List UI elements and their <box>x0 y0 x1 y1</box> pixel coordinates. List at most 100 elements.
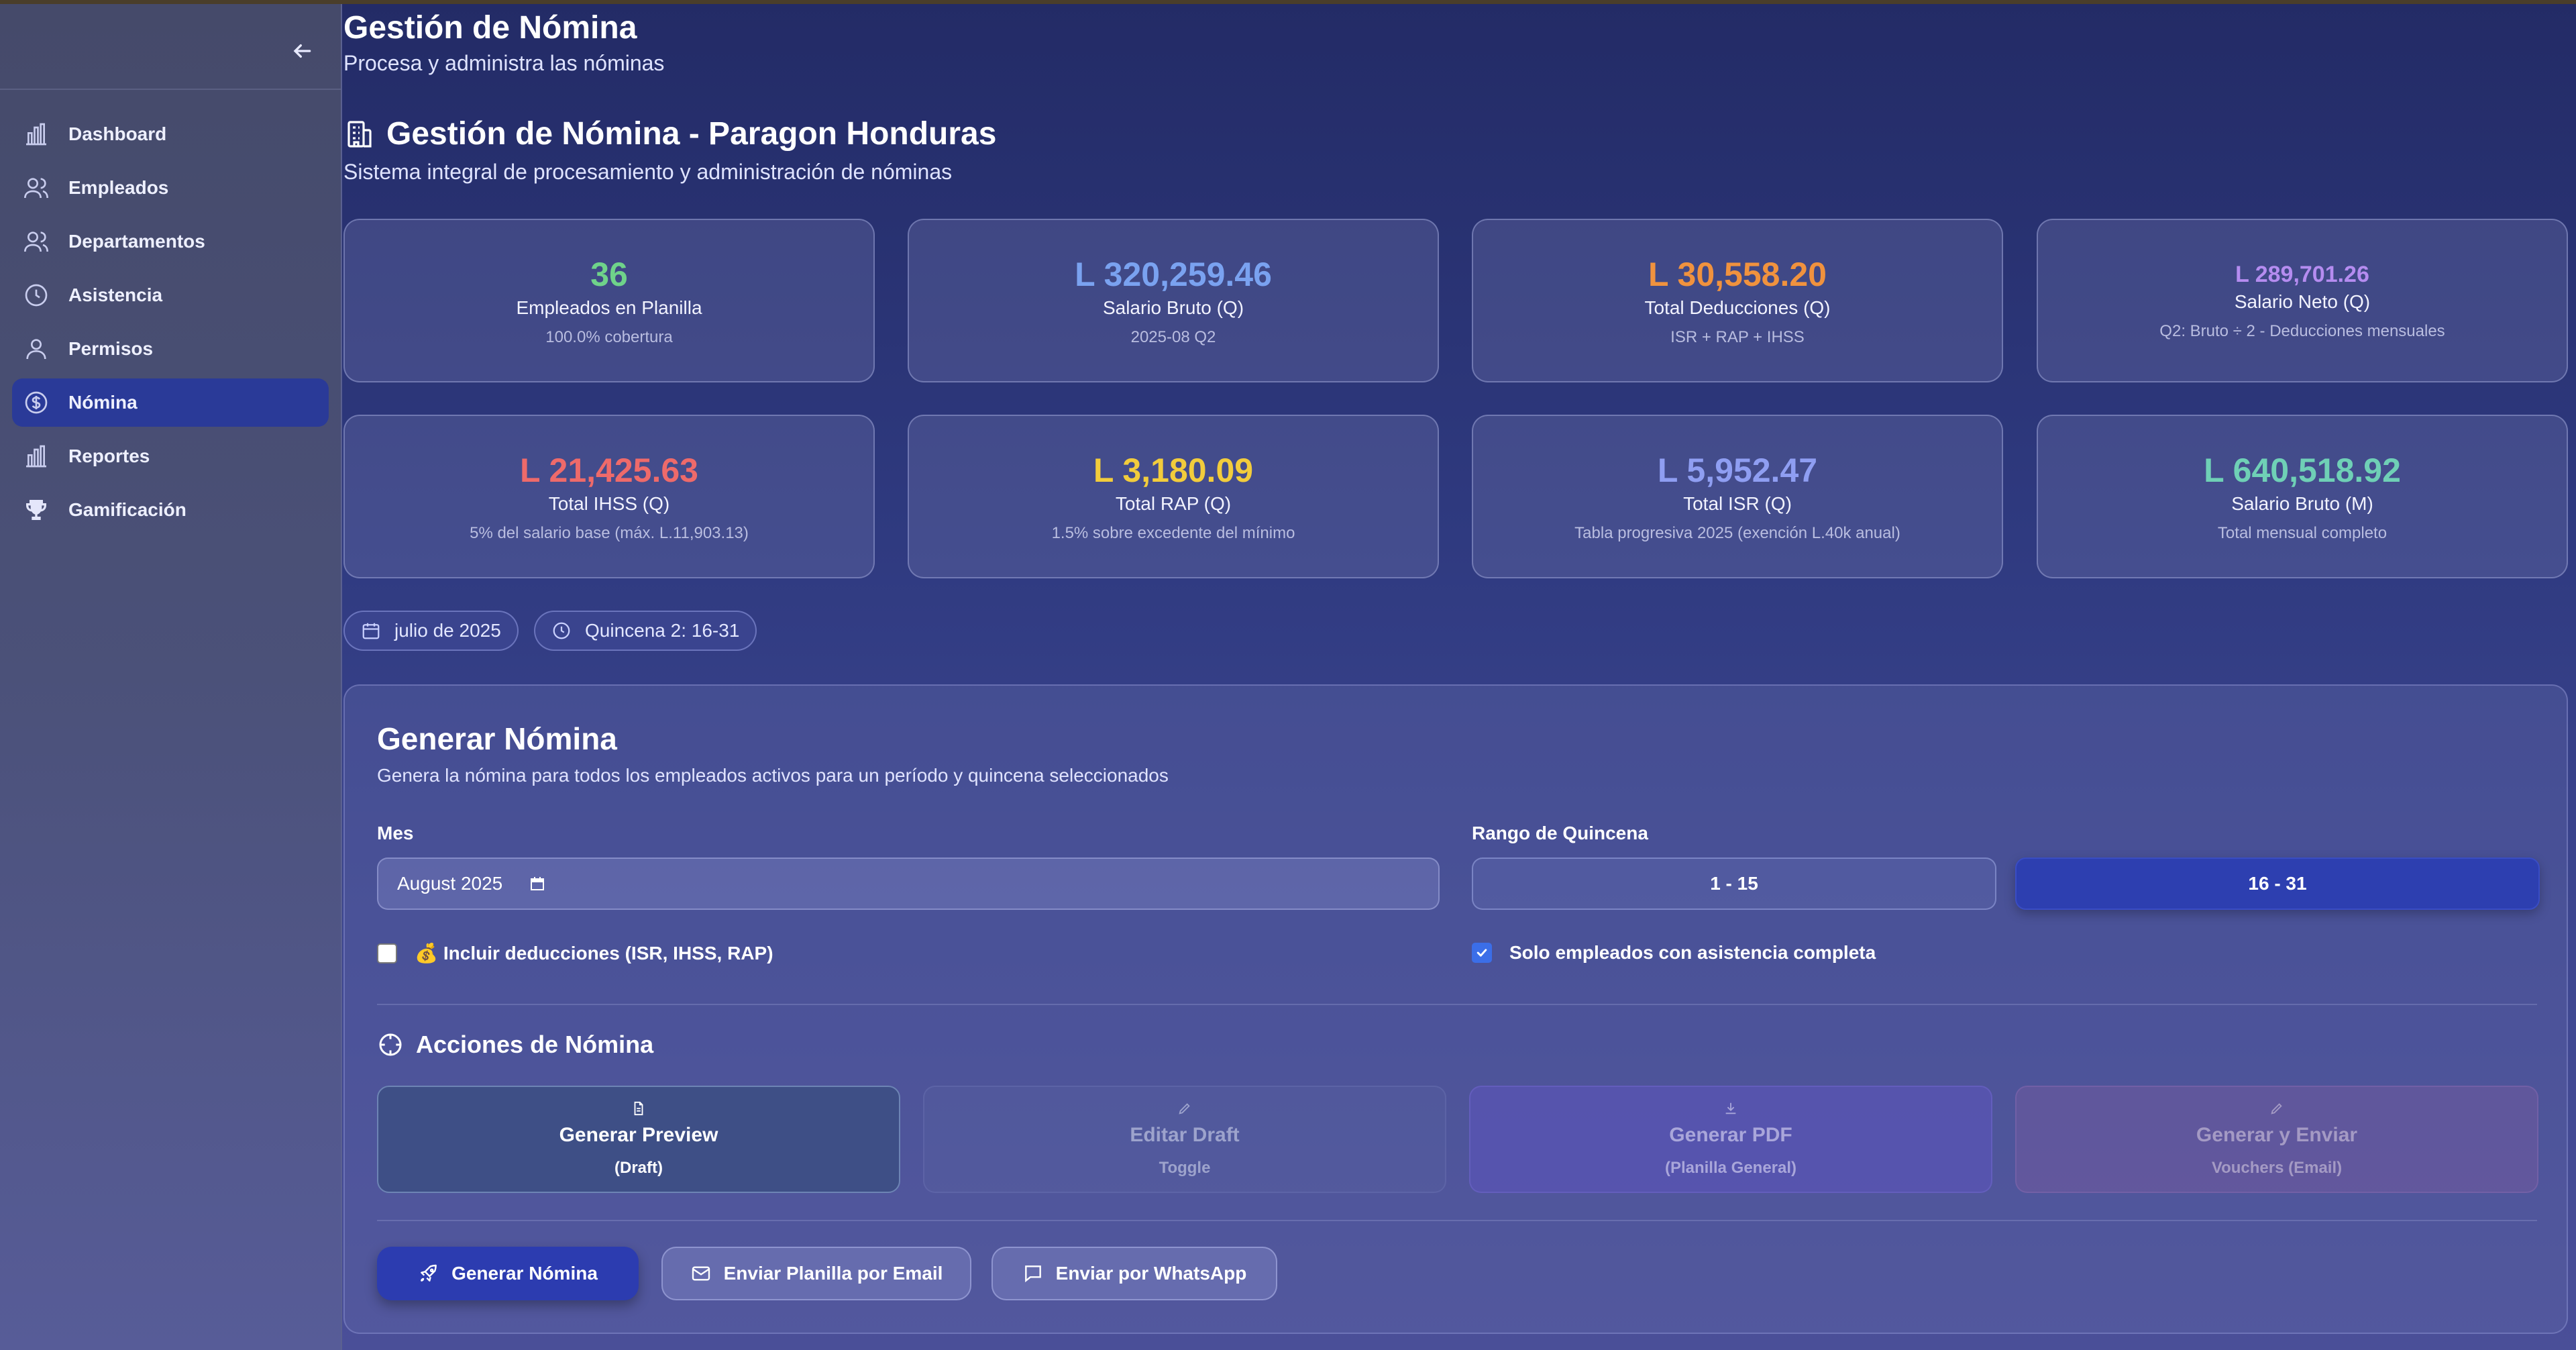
sidebar-item-label: Gamificación <box>68 499 186 520</box>
generate-payroll-panel: Generar Nómina Genera la nómina para tod… <box>343 684 2568 1334</box>
sidebar-item-label: Asistencia <box>68 284 163 305</box>
stat-card-isr: L 5,952.47 Total ISR (Q) Tabla progresiv… <box>1472 415 2003 578</box>
crosshair-icon <box>379 1033 402 1056</box>
quincena-chip: Quincena 2: 16-31 <box>534 611 757 651</box>
money-bag-icon: 💰 <box>415 943 438 964</box>
bar-chart-icon <box>26 445 46 468</box>
calendar-icon[interactable] <box>529 876 545 892</box>
sidebar-item-dashboard[interactable]: Dashboard <box>12 110 329 158</box>
stat-card-total-deducciones: L 30,558.20 Total Deducciones (Q) ISR + … <box>1472 219 2003 382</box>
panel-description: Genera la nómina para todos los empleado… <box>377 765 1169 786</box>
generate-payroll-label: Generar Nómina <box>451 1263 598 1284</box>
pencil-icon <box>2271 1103 2282 1114</box>
send-whatsapp-label: Enviar por WhatsApp <box>1055 1263 1247 1284</box>
action-card-subtitle: Vouchers (Email) <box>2211 1159 2343 1177</box>
stat-note: 2025-08 Q2 <box>1130 328 1216 346</box>
users-icon <box>24 231 48 252</box>
stat-value: L 21,425.63 <box>520 452 698 489</box>
send-email-label: Enviar Planilla por Email <box>723 1263 943 1284</box>
sidebar-item-gamificacion[interactable]: Gamificación <box>12 486 329 534</box>
include-deductions-row[interactable]: 💰 Incluir deducciones (ISR, IHSS, RAP) <box>377 942 773 964</box>
stat-note: Total mensual completo <box>2217 524 2387 542</box>
range-option-16-31[interactable]: 16 - 31 <box>2015 858 2540 910</box>
calendar-icon <box>362 623 380 639</box>
pencil-icon <box>1179 1103 1190 1114</box>
sidebar-item-asistencia[interactable]: Asistencia <box>12 271 329 319</box>
sidebar-item-reportes[interactable]: Reportes <box>12 432 329 480</box>
stat-label: Salario Neto (Q) <box>2234 291 2371 312</box>
action-card-subtitle: (Planilla General) <box>1664 1159 1797 1177</box>
range-label: Rango de Quincena <box>1472 823 1648 843</box>
stat-value: 36 <box>590 256 628 293</box>
stat-note: Tabla progresiva 2025 (exención L.40k an… <box>1574 524 1900 542</box>
include-deductions-checkbox[interactable] <box>377 943 397 964</box>
send-email-button[interactable]: Enviar Planilla por Email <box>661 1247 971 1300</box>
stat-label: Empleados en Planilla <box>516 297 702 318</box>
quincena-chip-label: Quincena 2: 16-31 <box>585 620 740 641</box>
users-icon <box>24 178 48 199</box>
sidebar: Dashboard Empleados Departamentos Asiste… <box>0 4 342 1350</box>
actions-title-text: Acciones de Nómina <box>416 1031 654 1058</box>
stat-label: Total Deducciones (Q) <box>1644 297 1831 318</box>
generate-payroll-button[interactable]: Generar Nómina <box>377 1247 639 1300</box>
send-whatsapp-button[interactable]: Enviar por WhatsApp <box>991 1247 1277 1300</box>
action-card-title: Editar Draft <box>1130 1124 1240 1146</box>
stat-note: Q2: Bruto ÷ 2 - Deducciones mensuales <box>2159 322 2445 340</box>
sidebar-item-nomina[interactable]: Nómina <box>12 378 329 427</box>
mail-icon <box>692 1266 710 1281</box>
building-icon <box>347 120 372 148</box>
sidebar-item-label: Nómina <box>68 392 138 413</box>
divider <box>377 1004 2537 1005</box>
generate-pdf-card[interactable]: Generar PDF (Planilla General) <box>1469 1086 1992 1193</box>
rocket-icon <box>421 1264 437 1282</box>
section-title: Gestión de Nómina - Paragon Honduras <box>343 115 996 152</box>
sidebar-item-label: Dashboard <box>68 123 167 144</box>
collapse-arrow-icon[interactable] <box>288 38 315 64</box>
generate-preview-card[interactable]: Generar Preview (Draft) <box>377 1086 900 1193</box>
stat-label: Total RAP (Q) <box>1115 493 1232 514</box>
stat-label: Salario Bruto (M) <box>2231 493 2373 514</box>
stat-card-salario-neto: L 289,701.26 Salario Neto (Q) Q2: Bruto … <box>2037 219 2568 382</box>
file-icon <box>634 1101 643 1116</box>
include-deductions-label: Incluir deducciones (ISR, IHSS, RAP) <box>443 942 773 964</box>
sidebar-header <box>0 4 341 90</box>
check-icon <box>1477 949 1487 957</box>
trophy-icon <box>26 500 46 520</box>
panel-title: Generar Nómina <box>377 721 617 756</box>
stat-note: ISR + RAP + IHSS <box>1670 328 1805 346</box>
stat-value: L 289,701.26 <box>2235 262 2369 287</box>
sidebar-item-empleados[interactable]: Empleados <box>12 164 329 212</box>
stat-card-salario-bruto-m: L 640,518.92 Salario Bruto (M) Total men… <box>2037 415 2568 578</box>
sidebar-item-label: Departamentos <box>68 231 205 252</box>
month-value: August 2025 <box>397 873 503 894</box>
user-icon <box>26 339 46 360</box>
action-card-title: Generar y Enviar <box>2196 1124 2358 1146</box>
bar-chart-icon <box>26 123 46 146</box>
action-card-title: Generar Preview <box>559 1124 718 1146</box>
clock-icon <box>25 284 48 307</box>
sidebar-item-permisos[interactable]: Permisos <box>12 325 329 373</box>
stat-value: L 640,518.92 <box>2204 452 2401 489</box>
range-option-1-15[interactable]: 1 - 15 <box>1472 858 1996 910</box>
period-chip-label: julio de 2025 <box>394 620 501 641</box>
page-title: Gestión de Nómina <box>343 10 637 46</box>
generate-send-vouchers-card[interactable]: Generar y Enviar Vouchers (Email) <box>2015 1086 2538 1193</box>
stat-card-salario-bruto-q: L 320,259.46 Salario Bruto (Q) 2025-08 Q… <box>908 219 1439 382</box>
stat-card-ihss: L 21,425.63 Total IHSS (Q) 5% del salari… <box>343 415 875 578</box>
edit-draft-card[interactable]: Editar Draft Toggle <box>923 1086 1446 1193</box>
stat-note: 100.0% cobertura <box>545 328 673 346</box>
action-card-title: Generar PDF <box>1669 1124 1792 1146</box>
sidebar-nav: Dashboard Empleados Departamentos Asiste… <box>0 90 341 534</box>
month-input[interactable]: August 2025 <box>377 858 1440 910</box>
sidebar-item-label: Reportes <box>68 446 150 466</box>
full-attendance-row[interactable]: Solo empleados con asistencia completa <box>1472 942 1876 964</box>
full-attendance-checkbox[interactable] <box>1472 943 1492 963</box>
page-subtitle: Procesa y administra las nóminas <box>343 51 665 75</box>
section-title-text: Gestión de Nómina - Paragon Honduras <box>386 116 997 152</box>
stat-note: 1.5% sobre excedente del mínimo <box>1051 524 1295 542</box>
sidebar-item-label: Permisos <box>68 338 154 359</box>
sidebar-item-departamentos[interactable]: Departamentos <box>12 217 329 266</box>
section-subtitle: Sistema integral de procesamiento y admi… <box>343 160 953 184</box>
message-icon <box>1024 1265 1041 1283</box>
period-chip: julio de 2025 <box>343 611 519 651</box>
